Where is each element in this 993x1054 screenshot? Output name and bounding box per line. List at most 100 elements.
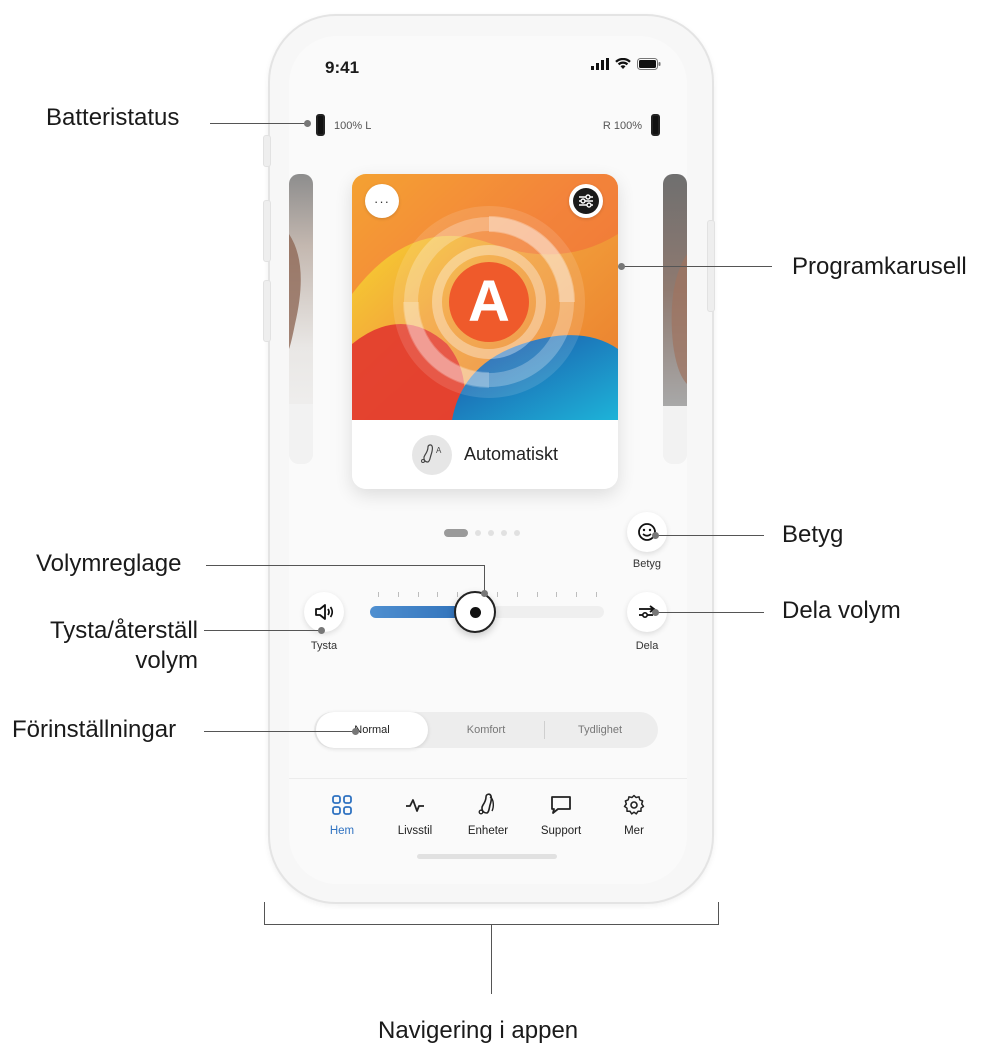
nav-bracket-right	[718, 902, 719, 924]
app-screen: 9:41 100% L R 100% A ··· A Automatiskt B…	[289, 36, 687, 884]
volume-tick	[457, 592, 459, 597]
grid-icon	[332, 795, 352, 815]
nav-label-hem: Hem	[329, 825, 355, 837]
nav-label-mer: Mer	[624, 825, 644, 837]
program-footer: A Automatiskt	[352, 420, 618, 489]
bottom-navigation: Hem Livsstil Enheter Support Mer	[307, 791, 669, 851]
nav-bracket-stem	[491, 924, 492, 994]
next-program-image	[663, 174, 687, 464]
volume-tick	[437, 592, 439, 597]
hearing-aid-auto-icon: A	[411, 434, 452, 475]
nav-label-enheter: Enheter	[467, 825, 509, 837]
callout-line-presets	[204, 731, 354, 732]
program-name: Automatiskt	[463, 444, 559, 464]
home-indicator	[417, 854, 557, 859]
volume-slider-knob[interactable]	[454, 591, 497, 633]
callout-dot-rating	[652, 532, 659, 539]
callout-presets: Förinställningar	[12, 716, 177, 743]
callout-app-navigation: Navigering i appen	[378, 1017, 579, 1044]
callout-dot-volume	[481, 590, 488, 597]
previous-program-image	[289, 174, 313, 464]
left-battery-icon	[316, 114, 325, 136]
chat-icon	[551, 796, 571, 814]
nav-item-livsstil[interactable]: Livsstil	[380, 791, 450, 837]
volume-tick	[378, 592, 379, 597]
volume-tick	[417, 592, 419, 597]
share-label: Dela	[635, 640, 659, 652]
nav-item-mer[interactable]: Mer	[599, 791, 669, 837]
hearing-aid-icon	[478, 793, 495, 815]
presets-segmented-control: Normal Komfort Tydlighet	[314, 712, 658, 748]
sliders-icon	[573, 188, 599, 214]
callout-line-mute	[204, 630, 322, 631]
callout-line-volume-v	[484, 565, 485, 593]
nav-item-hem[interactable]: Hem	[307, 791, 377, 837]
nav-item-enheter[interactable]: Enheter	[453, 791, 523, 837]
callout-line-volume-h	[206, 565, 484, 566]
phone-side-button-volume-up	[263, 200, 271, 262]
pager-dot[interactable]	[501, 530, 507, 536]
callout-battery-status: Batteristatus	[46, 104, 180, 131]
pager-dot[interactable]	[514, 530, 520, 536]
program-more-button[interactable]: ···	[365, 184, 399, 218]
carousel-next-card[interactable]	[663, 174, 687, 464]
callout-dot-mute	[318, 627, 325, 634]
nav-label-support: Support	[540, 825, 582, 837]
volume-tick	[516, 592, 518, 597]
speaker-icon	[315, 604, 334, 620]
program-settings-button[interactable]	[569, 184, 603, 218]
callout-line-rating	[656, 535, 764, 536]
callout-dot-carousel	[618, 263, 625, 270]
hearing-aid-battery-row: 100% L R 100%	[309, 114, 667, 140]
nav-divider	[289, 778, 687, 779]
carousel-previous-card[interactable]	[289, 174, 313, 464]
callout-program-carousel: Programkarusell	[792, 253, 967, 280]
callout-line-carousel	[622, 266, 772, 267]
rate-button[interactable]	[627, 512, 667, 552]
status-time: 9:41	[325, 58, 360, 77]
program-card[interactable]: A ··· A Automatiskt	[352, 174, 618, 489]
pager-dot[interactable]	[488, 530, 494, 536]
rate-label: Betyg	[632, 558, 662, 570]
callout-mute-line1: Tysta/återställ	[49, 617, 198, 644]
left-battery-level: 100% L	[334, 120, 372, 132]
right-battery-level: R 100%	[602, 120, 642, 132]
callout-dot-battery	[304, 120, 311, 127]
nav-label-livsstil: Livsstil	[397, 825, 433, 837]
mute-button[interactable]	[304, 592, 344, 632]
volume-tick	[596, 592, 597, 597]
volume-tick	[556, 592, 558, 597]
callout-dot-share	[652, 609, 659, 616]
volume-tick	[397, 592, 399, 597]
more-dots-icon: ···	[374, 193, 390, 209]
wifi-icon	[615, 58, 631, 69]
volume-knob-dot	[469, 606, 481, 618]
phone-battery-icon	[637, 58, 661, 70]
status-icons	[591, 58, 661, 70]
phone-side-button-volume-down	[263, 280, 271, 342]
nav-item-support[interactable]: Support	[526, 791, 596, 837]
volume-tick	[576, 592, 578, 597]
activity-icon	[406, 799, 424, 812]
carousel-pager	[444, 529, 520, 537]
volume-tick	[496, 592, 498, 597]
callout-mute-reset: Tysta/återställ volym	[22, 616, 198, 676]
preset-tydlighet[interactable]: Tydlighet	[544, 712, 656, 748]
preset-komfort[interactable]: Komfort	[430, 712, 542, 748]
pager-dot[interactable]	[475, 530, 481, 536]
pager-dot-active[interactable]	[444, 529, 468, 537]
program-letter: A	[468, 269, 510, 334]
callout-dot-presets	[352, 728, 359, 735]
svg-text:A: A	[436, 446, 442, 455]
callout-rating: Betyg	[782, 521, 844, 548]
callout-mute-line2: volym	[135, 647, 198, 674]
phone-side-button-mute	[263, 135, 271, 167]
callout-line-battery	[210, 123, 307, 124]
cellular-signal-icon	[591, 58, 609, 70]
nav-bracket-left	[264, 902, 265, 924]
right-battery-icon	[651, 114, 660, 136]
preset-normal[interactable]: Normal	[316, 712, 428, 748]
mute-label: Tysta	[310, 640, 338, 652]
callout-share-volume: Dela volym	[782, 597, 901, 624]
volume-tick	[536, 592, 538, 597]
